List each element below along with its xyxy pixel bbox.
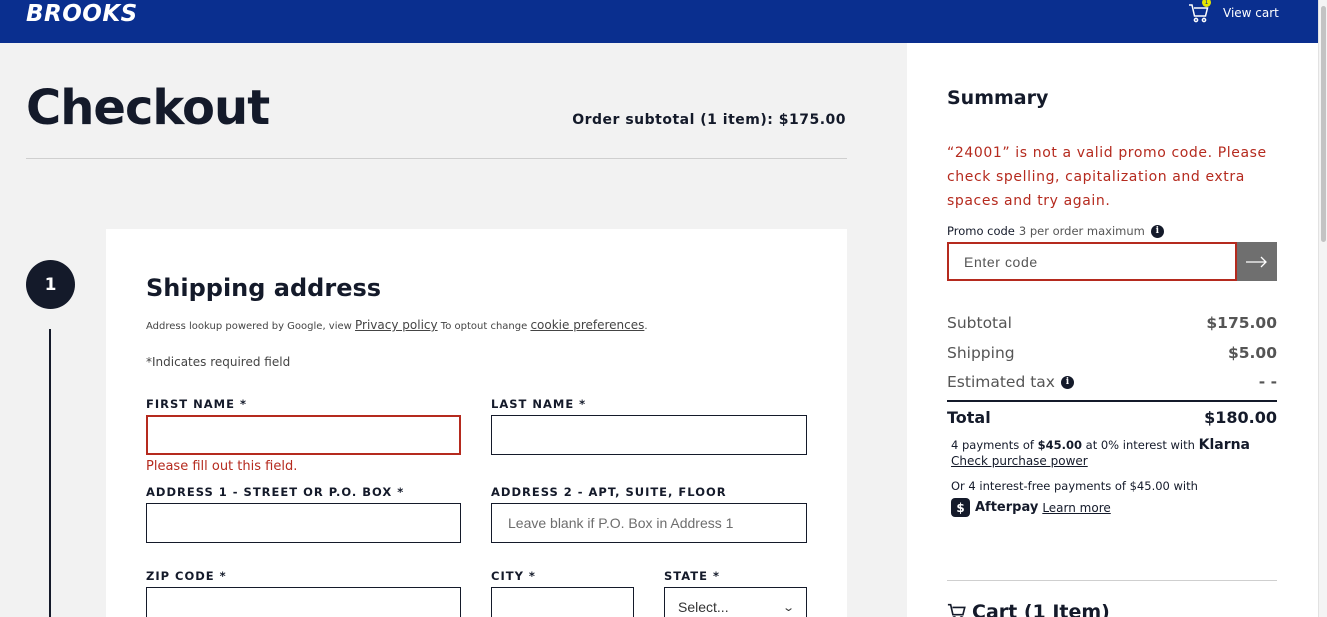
summary-row-subtotal: Subtotal $175.00: [947, 314, 1277, 332]
cookie-preferences-link[interactable]: cookie preferences: [530, 318, 644, 332]
address-lookup-note: Address lookup powered by Google, view P…: [146, 318, 648, 332]
check-purchase-power-link[interactable]: Check purchase power: [951, 454, 1088, 468]
cart-icon: 1: [1188, 0, 1211, 24]
summary-row-tax: Estimated tax i - -: [947, 373, 1277, 391]
apply-promo-button[interactable]: [1237, 242, 1277, 281]
lookup-suffix: .: [644, 321, 648, 332]
total-label: Total: [947, 408, 991, 427]
shipping-label: Shipping: [947, 344, 1015, 362]
afterpay-learn-more-link[interactable]: Learn more: [1042, 501, 1110, 515]
state-select[interactable]: Select... ⌄: [664, 587, 807, 617]
order-subtotal: Order subtotal (1 item): $175.00: [572, 112, 846, 128]
promo-label-text: Promo code: [947, 224, 1015, 238]
view-cart-link[interactable]: 1 View cart: [1188, 0, 1279, 24]
afterpay-name: Afterpay: [975, 500, 1039, 515]
last-name-field[interactable]: [491, 415, 807, 455]
page-scrollbar[interactable]: [1318, 0, 1327, 617]
state-select-value: Select...: [678, 599, 729, 615]
city-label: CITY *: [491, 569, 536, 583]
page-title: Checkout: [26, 80, 270, 136]
promo-code-label: Promo code 3 per order maximum i: [947, 224, 1164, 238]
required-field-note: *Indicates required field: [146, 355, 291, 369]
step-number-badge: 1: [26, 260, 75, 309]
promo-code-input[interactable]: [947, 242, 1237, 281]
subtotal-value: $175.00: [1206, 314, 1277, 332]
afterpay-icon: $: [951, 498, 970, 517]
klarna-prefix: 4 payments of: [951, 438, 1034, 452]
klarna-logo: Klarna: [1198, 437, 1251, 453]
estimated-tax-value: - -: [1258, 373, 1277, 391]
first-name-label: FIRST NAME *: [146, 397, 247, 411]
klarna-middle: at 0% interest with: [1085, 438, 1195, 452]
estimated-tax-label: Estimated tax: [947, 373, 1055, 391]
summary-divider: [947, 580, 1277, 581]
section-title: Shipping address: [146, 274, 382, 302]
first-name-field[interactable]: [146, 415, 461, 455]
lookup-middle: To optout change: [440, 321, 528, 332]
chevron-down-icon: ⌄: [781, 601, 795, 614]
zip-code-label: ZIP CODE *: [146, 569, 227, 583]
klarna-offer: 4 payments of $45.00 at 0% interest with…: [951, 437, 1250, 453]
cart-icon: [947, 603, 966, 617]
scrollbar-thumb[interactable]: [1321, 6, 1326, 242]
privacy-policy-link[interactable]: Privacy policy: [355, 318, 438, 332]
tax-info-icon[interactable]: i: [1060, 375, 1074, 389]
info-icon[interactable]: i: [1150, 224, 1164, 238]
address1-label: ADDRESS 1 - STREET OR P.O. BOX *: [146, 485, 405, 499]
summary-row-total: Total $180.00: [947, 408, 1277, 427]
promo-error-message: “24001” is not a valid promo code. Pleas…: [947, 145, 1267, 209]
divider: [26, 158, 847, 159]
last-name-label: LAST NAME *: [491, 397, 587, 411]
promo-limit-text: 3 per order maximum: [1018, 224, 1145, 238]
city-field[interactable]: [491, 587, 634, 617]
view-cart-label: View cart: [1223, 6, 1279, 20]
total-divider: [947, 400, 1277, 402]
state-label: STATE *: [664, 569, 720, 583]
arrow-right-icon: [1246, 256, 1267, 267]
afterpay-offer: Or 4 interest-free payments of $45.00 wi…: [951, 479, 1198, 493]
afterpay-row: $ Afterpay Learn more: [951, 498, 1111, 517]
brooks-logo[interactable]: BROOKS: [26, 1, 138, 27]
summary-row-shipping: Shipping $5.00: [947, 344, 1277, 362]
summary-title: Summary: [947, 87, 1049, 109]
cart-heading[interactable]: Cart (1 Item): [947, 601, 1110, 617]
zip-code-field[interactable]: [146, 587, 461, 617]
address2-field[interactable]: [491, 503, 807, 543]
step-progress-line: [49, 329, 51, 617]
address1-field[interactable]: [146, 503, 461, 543]
cart-heading-text: Cart (1 Item): [972, 601, 1110, 617]
first-name-error: Please fill out this field.: [146, 459, 298, 474]
shipping-value: $5.00: [1227, 344, 1277, 362]
address2-label: ADDRESS 2 - APT, SUITE, FLOOR: [491, 485, 727, 499]
lookup-prefix: Address lookup powered by Google, view: [146, 321, 352, 332]
total-value: $180.00: [1204, 408, 1277, 427]
subtotal-label: Subtotal: [947, 314, 1012, 332]
top-header: BROOKS 1 View cart: [0, 0, 1318, 43]
klarna-amount: $45.00: [1037, 438, 1082, 452]
